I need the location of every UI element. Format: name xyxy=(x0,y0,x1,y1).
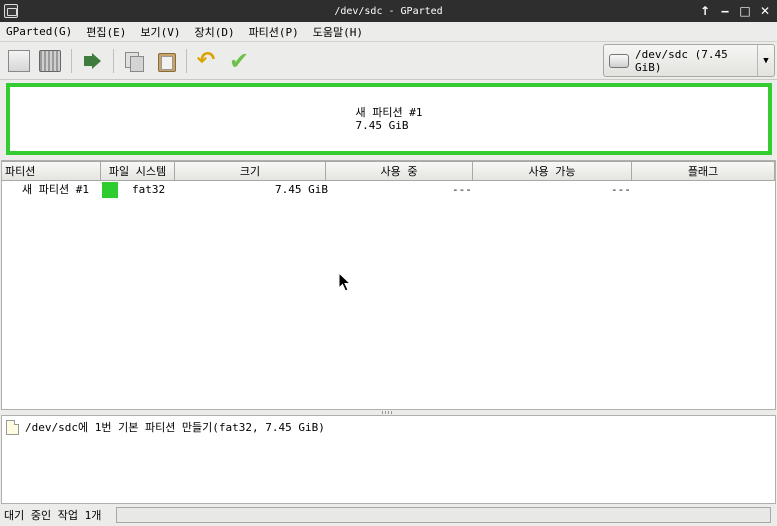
partition-block-size: 7.45 GiB xyxy=(355,119,409,132)
column-partition[interactable]: 파티션 xyxy=(2,161,101,181)
column-used[interactable]: 사용 중 xyxy=(326,161,473,181)
menu-edit[interactable]: 편집(E) xyxy=(86,24,126,40)
maximize-button[interactable]: □ xyxy=(739,2,751,20)
toolbar-separator xyxy=(186,49,187,73)
operation-text: /dev/sdc에 1번 기본 파티션 만들기(fat32, 7.45 GiB) xyxy=(25,421,325,434)
mouse-cursor-icon xyxy=(338,272,352,292)
disk-icon xyxy=(609,53,629,68)
status-bar: 대기 중인 작업 1개 xyxy=(0,504,777,526)
row-used: --- xyxy=(452,183,472,196)
window-title: /dev/sdc - GParted xyxy=(334,5,443,17)
column-size[interactable]: 크기 xyxy=(175,161,326,181)
partition-block[interactable]: 새 파티션 #1 7.45 GiB xyxy=(6,83,772,155)
column-unused[interactable]: 사용 가능 xyxy=(473,161,632,181)
menu-gparted[interactable]: GParted(G) xyxy=(6,25,72,38)
row-filesystem: fat32 xyxy=(132,183,166,196)
chevron-down-icon[interactable]: ▼ xyxy=(757,45,774,76)
delete-icon[interactable] xyxy=(39,50,61,72)
title-bar: /dev/sdc - GParted ↑ ‒ □ ✕ xyxy=(0,0,777,22)
partition-table: 파티션 파일 시스템 크기 사용 중 사용 가능 플래그 새 파티션 #1 fa… xyxy=(1,160,776,410)
splitter-grip[interactable] xyxy=(382,411,394,414)
partition-block-name: 새 파티션 #1 xyxy=(355,106,423,119)
undo-icon[interactable]: ↶ xyxy=(195,50,217,72)
progress-bar xyxy=(116,507,771,523)
window-controls: ↑ ‒ □ ✕ xyxy=(699,2,771,20)
column-flags[interactable]: 플래그 xyxy=(632,161,775,181)
list-item[interactable]: /dev/sdc에 1번 기본 파티션 만들기(fat32, 7.45 GiB) xyxy=(6,419,325,435)
device-selector[interactable]: /dev/sdc (7.45 GiB) ▼ xyxy=(603,44,775,77)
resize-move-icon[interactable] xyxy=(82,50,104,72)
toolbar-separator xyxy=(113,49,114,73)
copy-icon[interactable] xyxy=(123,50,145,72)
menu-bar: GParted(G) 편집(E) 보기(V) 장치(D) 파티션(P) 도움말(… xyxy=(0,22,777,42)
filesystem-color-swatch xyxy=(102,182,118,198)
toolbar-separator xyxy=(71,49,72,73)
row-unused: --- xyxy=(611,183,631,196)
keep-above-button[interactable]: ↑ xyxy=(699,2,711,20)
device-label: /dev/sdc (7.45 GiB) xyxy=(635,47,728,74)
status-text: 대기 중인 작업 1개 xyxy=(4,509,102,522)
menu-device[interactable]: 장치(D) xyxy=(194,24,234,40)
note-icon xyxy=(6,419,19,435)
disk-map: 새 파티션 #1 7.45 GiB xyxy=(0,80,777,158)
new-icon[interactable] xyxy=(8,50,30,72)
pending-operations-list: /dev/sdc에 1번 기본 파티션 만들기(fat32, 7.45 GiB) xyxy=(1,415,776,504)
row-partition: 새 파티션 #1 xyxy=(22,183,89,196)
menu-help[interactable]: 도움말(H) xyxy=(313,24,363,40)
close-button[interactable]: ✕ xyxy=(759,2,771,20)
minimize-button[interactable]: ‒ xyxy=(719,2,731,20)
table-row[interactable]: 새 파티션 #1 fat32 7.45 GiB --- --- xyxy=(2,181,775,199)
row-size: 7.45 GiB xyxy=(275,183,328,196)
menu-partition[interactable]: 파티션(P) xyxy=(249,24,299,40)
paste-icon[interactable] xyxy=(155,50,177,72)
column-filesystem[interactable]: 파일 시스템 xyxy=(101,161,175,181)
menu-view[interactable]: 보기(V) xyxy=(140,24,180,40)
apply-icon[interactable]: ✔ xyxy=(228,49,250,73)
table-header: 파티션 파일 시스템 크기 사용 중 사용 가능 플래그 xyxy=(2,161,775,181)
app-icon[interactable] xyxy=(4,4,18,18)
